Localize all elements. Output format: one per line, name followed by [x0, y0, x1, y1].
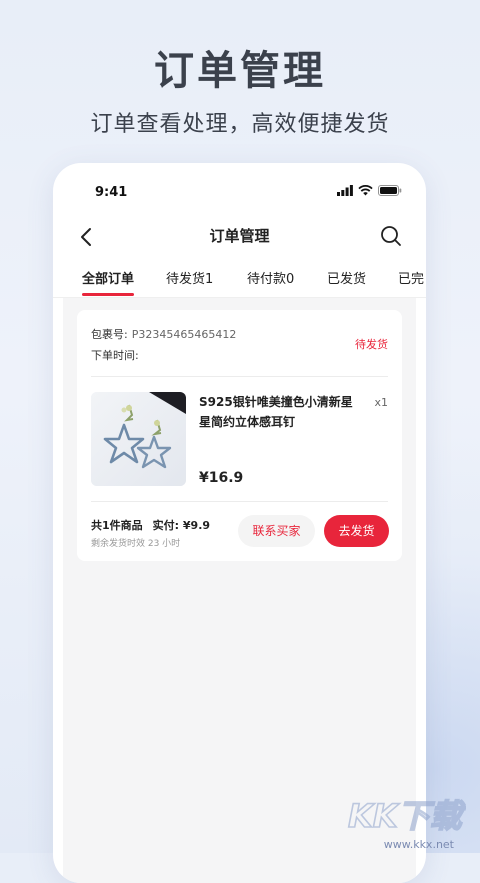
- product-quantity: x1: [374, 396, 388, 409]
- item-count: 共1件商品: [91, 519, 143, 532]
- tab-pending-shipment[interactable]: 待发货1: [166, 268, 213, 287]
- package-number: 包裹号: P32345465465412: [91, 326, 236, 342]
- status-time: 9:41: [95, 185, 128, 200]
- active-tab-indicator: [82, 293, 134, 296]
- phone-frame: 9:41 订单管理 全部订单 待发货1 待付款0 已发货 已完 包裹号: P32…: [53, 163, 426, 883]
- package-label: 包裹号:: [91, 328, 128, 341]
- package-value: P32345465465412: [131, 328, 237, 341]
- tab-shipped[interactable]: 已发货: [327, 268, 366, 287]
- product-name[interactable]: S925银针唯美撞色小清新星星简约立体感耳钉: [199, 392, 364, 432]
- order-tabs: 全部订单 待发货1 待付款0 已发货 已完: [53, 261, 426, 297]
- promo-subtitle: 订单查看处理，高效便捷发货: [90, 112, 390, 137]
- contact-buyer-button[interactable]: 联系买家: [238, 515, 315, 547]
- divider: [91, 501, 388, 502]
- product-price: ¥16.9: [199, 470, 244, 486]
- ship-button[interactable]: 去发货: [324, 515, 389, 547]
- tab-pending-payment[interactable]: 待付款0: [247, 268, 294, 287]
- remaining-time: 剩余发货时效 23 小时: [91, 539, 181, 549]
- page-title: 订单管理: [209, 227, 270, 245]
- search-icon[interactable]: [380, 225, 402, 247]
- promo-title: 订单管理: [154, 48, 326, 94]
- order-card[interactable]: 包裹号: P32345465465412 下单时间: 待发货 S925银针唯美撞…: [77, 310, 402, 561]
- divider: [91, 376, 388, 377]
- battery-icon: [378, 185, 402, 196]
- order-time-label: 下单时间:: [91, 349, 139, 362]
- order-summary: 共1件商品 实付: ¥9.9: [91, 517, 210, 533]
- product-image[interactable]: [91, 392, 186, 486]
- svg-text:KK下载: KK下载: [348, 797, 466, 835]
- nav-bar: 订单管理: [53, 219, 426, 261]
- paid-amount: 实付: ¥9.9: [152, 519, 211, 532]
- status-bar: 9:41: [53, 163, 426, 219]
- tab-all-orders[interactable]: 全部订单: [82, 268, 134, 287]
- watermark-url: www.kkx.net: [383, 838, 454, 851]
- tab-completed[interactable]: 已完: [398, 268, 424, 287]
- signal-icon: [337, 185, 353, 196]
- status-badge: 待发货: [355, 338, 388, 351]
- status-icons: [337, 185, 402, 196]
- wifi-icon: [358, 185, 373, 196]
